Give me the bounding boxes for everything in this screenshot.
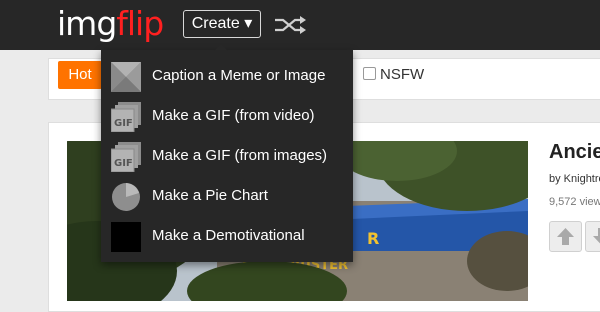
post-author[interactable]: by Knightro bbox=[549, 173, 600, 185]
menu-item-label: Make a Pie Chart bbox=[152, 187, 268, 204]
create-dropdown-button[interactable]: Create ▾ bbox=[183, 10, 261, 38]
arrow-down-icon bbox=[593, 228, 600, 244]
menu-item-caption-meme[interactable]: Caption a Meme or Image bbox=[101, 56, 353, 96]
menu-item-label: Make a GIF (from images) bbox=[152, 147, 328, 164]
gif-video-icon: GIF bbox=[111, 102, 141, 132]
menu-item-pie-chart[interactable]: Make a Pie Chart bbox=[101, 176, 353, 216]
menu-item-demotivational[interactable]: Make a Demotivational bbox=[101, 216, 353, 256]
gif-icon-text: GIF bbox=[114, 118, 133, 129]
downvote-button[interactable] bbox=[585, 221, 600, 252]
nsfw-label: NSFW bbox=[380, 66, 425, 83]
post-title[interactable]: Ancie bbox=[549, 141, 600, 164]
sign-letter: R bbox=[367, 229, 379, 248]
imgflip-logo[interactable]: imgflip bbox=[57, 2, 164, 46]
menu-item-label: Make a GIF (from video) bbox=[152, 107, 315, 124]
pie-chart-icon bbox=[112, 183, 140, 211]
menu-item-label: Caption a Meme or Image bbox=[152, 67, 326, 84]
create-dropdown-menu: Caption a Meme or Image GIF Make a GIF (… bbox=[101, 44, 353, 262]
menu-item-gif-video[interactable]: GIF Make a GIF (from video) bbox=[101, 96, 353, 136]
upvote-button[interactable] bbox=[549, 221, 582, 252]
menu-item-label: Make a Demotivational bbox=[152, 227, 305, 244]
shuffle-icon[interactable] bbox=[274, 15, 308, 35]
nsfw-toggle[interactable]: NSFW bbox=[363, 66, 424, 84]
logo-text-flip: flip bbox=[116, 4, 164, 43]
nsfw-checkbox[interactable] bbox=[363, 67, 376, 80]
menu-item-gif-images[interactable]: GIF Make a GIF (from images) bbox=[101, 136, 353, 176]
gif-icon-text: GIF bbox=[114, 158, 133, 169]
gif-images-icon: GIF bbox=[111, 142, 141, 172]
caption-meme-icon bbox=[111, 62, 141, 92]
top-nav-bar: imgflip Create ▾ bbox=[0, 0, 600, 50]
demotivational-icon bbox=[111, 222, 141, 252]
arrow-up-icon bbox=[557, 228, 574, 245]
hot-filter-button[interactable]: Hot bbox=[58, 61, 102, 89]
post-views: 9,572 views bbox=[549, 196, 600, 208]
logo-text-img: img bbox=[57, 4, 117, 43]
